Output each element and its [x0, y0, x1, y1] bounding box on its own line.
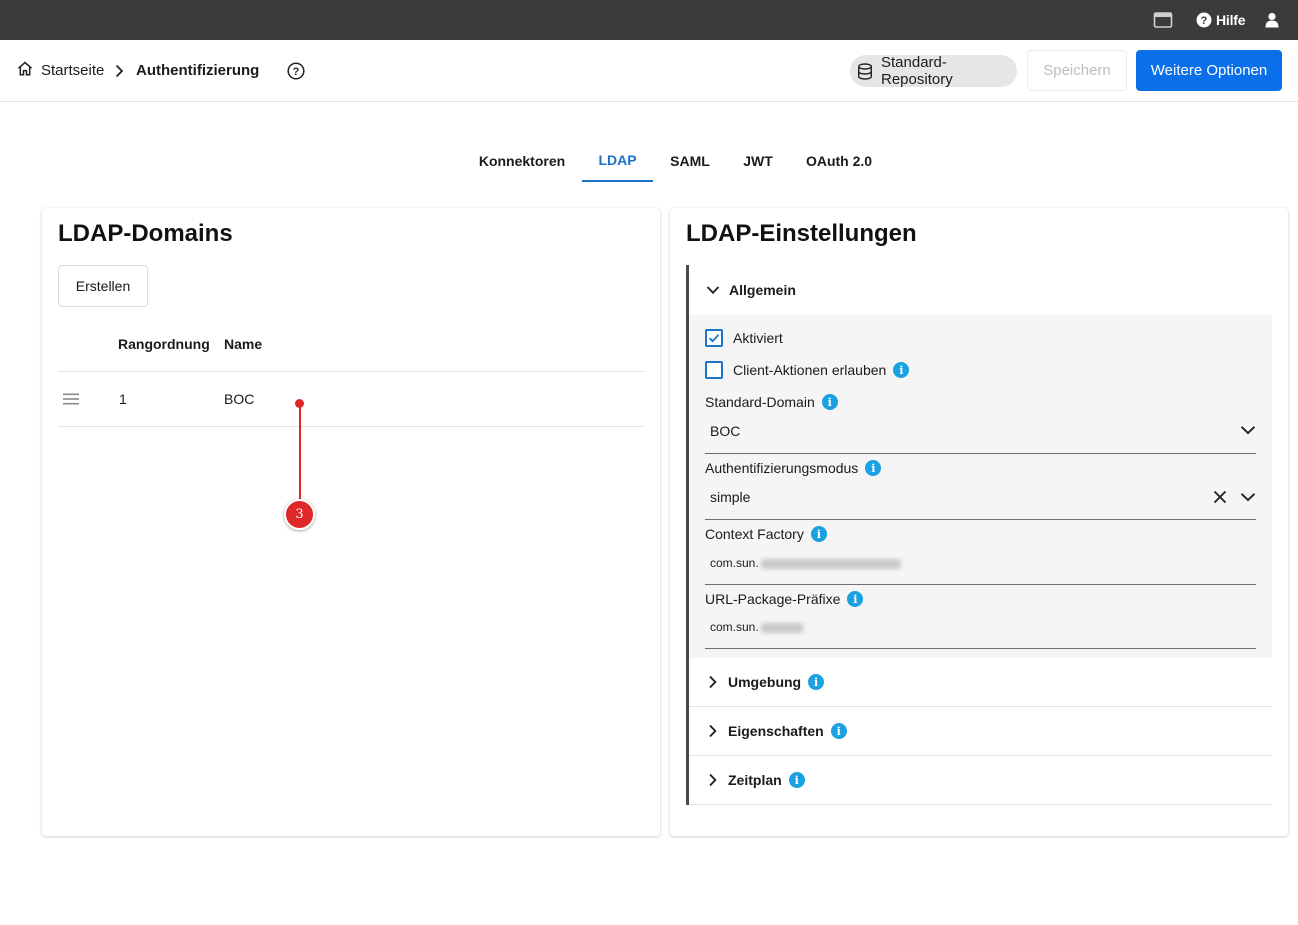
tab-konnektoren[interactable]: Konnektoren	[470, 140, 574, 182]
enabled-label: Aktiviert	[733, 330, 783, 346]
column-header-name[interactable]: Name	[224, 336, 262, 352]
tab-bar: Konnektoren LDAP SAML JWT OAuth 2.0	[0, 140, 1298, 182]
breadcrumb-current: Authentifizierung	[136, 62, 260, 79]
database-icon	[857, 62, 873, 80]
breadcrumb-home[interactable]: Startseite	[41, 62, 104, 79]
enabled-checkbox-row[interactable]: Aktiviert	[705, 329, 783, 347]
info-icon[interactable]: i	[821, 394, 838, 410]
info-icon[interactable]: i	[810, 526, 827, 542]
info-icon[interactable]: i	[808, 674, 825, 690]
home-icon[interactable]	[17, 61, 33, 80]
help-menu[interactable]: ? Hilfe	[1196, 0, 1246, 40]
row-rank: 1	[119, 391, 127, 407]
annotation-line	[298, 404, 301, 500]
drag-handle-icon[interactable]	[62, 392, 80, 409]
repository-chip[interactable]: Standard-Repository	[850, 54, 1017, 88]
tab-ldap[interactable]: LDAP	[582, 140, 653, 182]
chevron-down-icon	[706, 285, 720, 295]
accordion-general-title: Allgemein	[729, 282, 796, 298]
accordion-general-header[interactable]: Allgemein	[689, 265, 1272, 315]
url-prefix-label-row: URL-Package-Präfixe i	[705, 591, 864, 607]
context-factory-label-row: Context Factory i	[705, 526, 827, 542]
tab-oauth[interactable]: OAuth 2.0	[797, 140, 881, 182]
info-icon[interactable]: i	[847, 591, 864, 607]
context-factory-value: com.sun.	[710, 556, 759, 570]
chevron-down-icon[interactable]	[1240, 492, 1256, 502]
breadcrumb: Startseite	[17, 40, 104, 101]
chevron-right-icon	[708, 724, 717, 738]
top-bar: ? Hilfe	[0, 0, 1298, 40]
redacted-text	[760, 558, 901, 569]
client-actions-checkbox-row[interactable]: Client-Aktionen erlauben i	[705, 361, 910, 379]
context-factory-field[interactable]: com.sun.	[710, 556, 901, 570]
tab-jwt[interactable]: JWT	[734, 140, 782, 182]
table-divider	[58, 371, 644, 372]
accordion-general-body: Aktiviert Client-Aktionen erlauben i Sta…	[689, 315, 1272, 658]
default-domain-underline	[705, 453, 1256, 454]
enabled-checkbox[interactable]	[705, 329, 723, 347]
default-domain-label: Standard-Domain	[705, 394, 815, 410]
accordion-properties-header[interactable]: Eigenschaften i	[689, 707, 1272, 755]
user-icon[interactable]	[1265, 0, 1279, 40]
ldap-settings-title: LDAP-Einstellungen	[686, 220, 917, 247]
svg-text:?: ?	[1201, 15, 1208, 27]
ldap-domains-card: LDAP-Domains Erstellen Rangordnung Name …	[42, 208, 660, 836]
auth-mode-underline	[705, 519, 1256, 520]
ldap-settings-card: LDAP-Einstellungen Allgemein Aktiviert C…	[670, 208, 1288, 836]
client-actions-label: Client-Aktionen erlauben	[733, 362, 887, 378]
save-button[interactable]: Speichern	[1027, 50, 1127, 91]
repository-label: Standard-Repository	[881, 54, 953, 88]
accordion-schedule-title: Zeitplan	[728, 772, 782, 788]
row-name: BOC	[224, 391, 255, 407]
url-prefix-value: com.sun.	[710, 620, 759, 634]
chevron-right-icon	[708, 773, 717, 787]
url-prefix-field[interactable]: com.sun.	[710, 620, 803, 634]
chevron-right-icon	[708, 675, 717, 689]
url-prefix-label: URL-Package-Präfixe	[705, 591, 841, 607]
column-header-rank[interactable]: Rangordnung	[118, 336, 210, 352]
page-header: Startseite Authentifizierung ? Standard-…	[0, 40, 1298, 102]
svg-text:?: ?	[293, 66, 300, 78]
default-domain-label-row: Standard-Domain i	[705, 394, 838, 410]
accordion-divider	[689, 804, 1272, 805]
check-icon	[708, 334, 720, 343]
auth-mode-dropdown[interactable]	[1213, 490, 1256, 504]
clear-icon[interactable]	[1213, 490, 1227, 504]
help-circle-icon[interactable]: ?	[287, 40, 305, 101]
tab-saml[interactable]: SAML	[662, 140, 718, 182]
info-icon[interactable]: i	[830, 723, 847, 739]
accordion-schedule-header[interactable]: Zeitplan i	[689, 756, 1272, 804]
accordion-properties-title: Eigenschaften	[728, 723, 824, 739]
redacted-text	[760, 622, 803, 633]
settings-accordion: Allgemein Aktiviert Client-Aktionen erla…	[686, 265, 1272, 805]
accordion-environment-title: Umgebung	[728, 674, 802, 690]
help-label: Hilfe	[1216, 12, 1246, 28]
context-factory-underline	[705, 584, 1256, 585]
table-divider	[58, 426, 644, 427]
client-actions-checkbox[interactable]	[705, 361, 723, 379]
info-icon[interactable]: i	[788, 772, 805, 788]
auth-mode-label: Authentifizierungsmodus	[705, 460, 859, 476]
default-domain-dropdown[interactable]	[1240, 425, 1256, 435]
ldap-domains-title: LDAP-Domains	[58, 220, 233, 247]
url-prefix-underline	[705, 648, 1256, 649]
auth-mode-label-row: Authentifizierungsmodus i	[705, 460, 882, 476]
chevron-right-icon	[114, 40, 124, 101]
info-icon[interactable]: i	[865, 460, 882, 476]
accordion-environment-header[interactable]: Umgebung i	[689, 658, 1272, 706]
create-button[interactable]: Erstellen	[58, 265, 148, 307]
chevron-down-icon[interactable]	[1240, 425, 1256, 435]
default-domain-value[interactable]: BOC	[710, 423, 740, 439]
window-icon[interactable]	[1153, 0, 1173, 40]
auth-mode-value[interactable]: simple	[710, 489, 750, 505]
help-icon: ?	[1196, 12, 1212, 28]
context-factory-label: Context Factory	[705, 526, 804, 542]
info-icon[interactable]: i	[893, 362, 910, 378]
annotation-badge: 3	[284, 499, 315, 530]
more-options-button[interactable]: Weitere Optionen	[1136, 50, 1282, 91]
